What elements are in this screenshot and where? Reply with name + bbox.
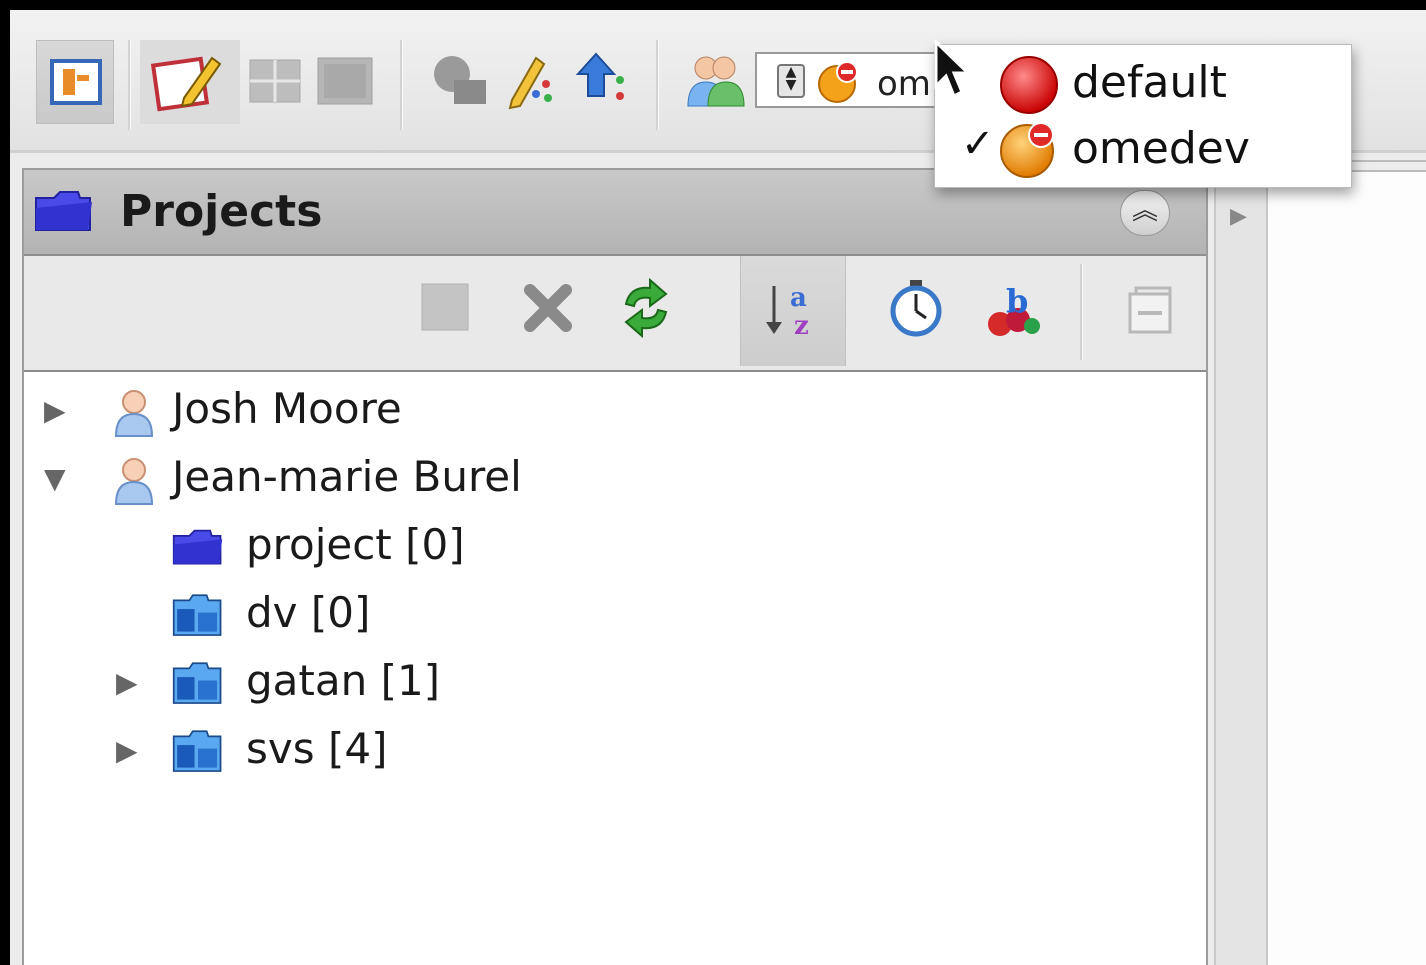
- pencil-icon: [508, 56, 552, 110]
- stopwatch-icon: [890, 280, 942, 337]
- orange-group-icon: [1000, 122, 1054, 178]
- tree-row-label: Josh Moore: [172, 384, 402, 433]
- delete-button[interactable]: [518, 278, 578, 338]
- annotate-button[interactable]: [506, 50, 556, 110]
- dropdown-item-default[interactable]: default: [935, 51, 1351, 115]
- red-group-icon: [1000, 56, 1058, 114]
- tree-row-label: Jean-marie Burel: [172, 452, 522, 501]
- projects-tree: ▶ Josh Moore ▼ Jean-marie Burel project …: [24, 370, 1206, 965]
- tree-row-label: gatan [1]: [246, 656, 441, 705]
- delete-x-icon: [524, 284, 572, 332]
- toolbar-separator: [656, 40, 659, 130]
- group-selector-value: om: [877, 64, 931, 104]
- split-view-button[interactable]: [248, 54, 302, 108]
- tree-row-dataset[interactable]: ▶ svs [4]: [24, 720, 1124, 784]
- tags-button[interactable]: b: [984, 278, 1044, 338]
- group-users-icon-wrap: [684, 52, 746, 108]
- single-view-icon: [317, 57, 373, 105]
- sort-date-button[interactable]: [886, 278, 946, 338]
- split-view-icon: [249, 59, 301, 103]
- expand-arrow-icon[interactable]: ▶: [44, 394, 66, 427]
- tree-row-dataset[interactable]: dv [0]: [24, 584, 1124, 648]
- dataset-folder-icon: [172, 594, 222, 636]
- data-manager-icon: [50, 59, 102, 105]
- tree-row-user[interactable]: ▼ Jean-marie Burel: [24, 448, 1124, 512]
- collapse-up-icon[interactable]: ︽: [1120, 190, 1170, 236]
- tree-row-label: project [0]: [246, 520, 465, 569]
- collapse-all-button[interactable]: [1124, 278, 1184, 338]
- data-manager-button[interactable]: [36, 40, 114, 124]
- tree-row-label: svs [4]: [246, 724, 388, 773]
- dataset-folder-icon: [172, 662, 222, 704]
- new-item-icon: [421, 283, 469, 331]
- tree-row-user[interactable]: ▶ Josh Moore: [24, 380, 1124, 444]
- projects-panel: Projects ︽ a z b ▶ Josh Moore ▼ Jean-mar…: [22, 168, 1208, 965]
- tree-row-project[interactable]: project [0]: [24, 516, 1124, 580]
- edit-icon: [150, 56, 222, 112]
- application-window: ▲ ▼ om default ✓ omedev ▶ Projects ︽ a z…: [10, 10, 1426, 965]
- collapse-all-icon: [1128, 286, 1172, 334]
- refresh-button[interactable]: [616, 277, 676, 339]
- projects-folder-icon: [35, 191, 92, 231]
- dropdown-item-label: omedev: [1072, 123, 1250, 174]
- user-icon: [114, 390, 154, 437]
- collapse-arrow-icon[interactable]: ▼: [44, 462, 66, 495]
- dropdown-item-label: default: [1072, 57, 1227, 108]
- tree-row-label: dv [0]: [246, 588, 371, 637]
- sort-alphabetical-icon: a z: [766, 283, 809, 341]
- tags-icon: b: [988, 282, 1040, 336]
- toolbar-separator: [128, 40, 131, 130]
- side-strip: ▶: [1214, 160, 1268, 965]
- panel-toolbar: a z b: [24, 256, 1206, 368]
- expand-right-icon[interactable]: ▶: [1230, 204, 1247, 229]
- new-button[interactable]: [416, 278, 476, 338]
- users-icon: [687, 56, 745, 107]
- toolbar-separator: [1080, 264, 1083, 360]
- project-folder-icon: [172, 529, 223, 565]
- editor-button[interactable]: [140, 40, 240, 124]
- svg-text:b: b: [1006, 282, 1028, 320]
- svg-text:a: a: [790, 283, 807, 313]
- group-omedev-icon: [818, 61, 858, 103]
- dataset-folder-icon: [172, 730, 222, 772]
- refresh-icon: [624, 277, 668, 339]
- tree-row-dataset[interactable]: ▶ gatan [1]: [24, 652, 1124, 716]
- import-button[interactable]: [574, 50, 630, 110]
- panel-title: Projects: [120, 186, 323, 237]
- expand-arrow-icon[interactable]: ▶: [116, 734, 138, 767]
- search-button[interactable]: [428, 50, 488, 110]
- group-dropdown-menu: default ✓ omedev: [934, 44, 1352, 188]
- right-content-area: [1268, 160, 1426, 965]
- toolbar-separator: [400, 40, 403, 130]
- checkmark-icon: ✓: [961, 121, 995, 167]
- single-view-button[interactable]: [316, 54, 374, 108]
- stepper-arrows-icon[interactable]: ▲ ▼: [777, 64, 805, 98]
- svg-text:z: z: [794, 311, 809, 338]
- user-icon: [114, 458, 154, 505]
- mouse-cursor-icon: [934, 40, 970, 99]
- expand-arrow-icon[interactable]: ▶: [116, 666, 138, 699]
- dropdown-item-omedev[interactable]: ✓ omedev: [935, 117, 1351, 181]
- search-icon: [434, 56, 486, 104]
- import-icon: [575, 52, 624, 100]
- sort-alpha-button[interactable]: a z: [762, 278, 822, 341]
